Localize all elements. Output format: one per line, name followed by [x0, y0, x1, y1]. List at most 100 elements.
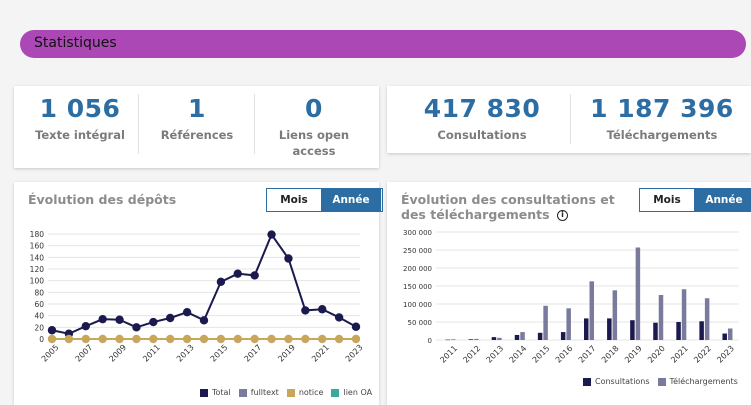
data-point-total [199, 316, 209, 325]
bar-consultations [468, 339, 474, 340]
x-tick-label: 2005 [40, 343, 61, 364]
legend-label: fulltext [250, 388, 279, 397]
legend-label: Total [212, 388, 231, 397]
data-point-notice [334, 334, 344, 344]
bar-downloads [497, 337, 502, 340]
y-tick-label: 80 [34, 288, 44, 297]
legend-item-notice[interactable]: notice [286, 388, 324, 397]
consultations-year-button[interactable]: Année [694, 189, 751, 211]
data-point-notice [182, 334, 192, 344]
x-tick-label: 2015 [531, 344, 552, 365]
data-point-notice [250, 334, 259, 344]
bar-downloads [566, 308, 571, 340]
legend-label: notice [298, 388, 324, 397]
data-point-total [182, 307, 192, 317]
stat-downloads-label: Téléchargements [606, 128, 718, 142]
y-tick-label: 60 [34, 300, 44, 309]
data-point-total [301, 306, 310, 315]
consultations-month-button[interactable]: Mois [640, 189, 694, 211]
y-tick-label: 50 000 [408, 319, 433, 327]
stat-open-access: 0 Liens open access [264, 94, 364, 159]
data-point-notice [318, 334, 327, 344]
y-tick-label: 40 [34, 312, 44, 321]
y-tick-label: 300 000 [403, 229, 432, 237]
y-tick-label: 200 000 [403, 265, 432, 273]
data-point-notice [233, 334, 242, 344]
bar-downloads [635, 247, 641, 340]
x-tick-label: 2023 [344, 343, 365, 364]
consultations-period-toggle: Mois Année [639, 188, 751, 212]
stat-consultations: 417 830 Consultations [397, 94, 567, 143]
legend-item-lien-oa[interactable]: lien OA [331, 388, 372, 397]
data-point-notice [301, 334, 310, 344]
data-point-notice [132, 334, 141, 344]
data-point-total [318, 305, 327, 314]
info-circle-icon[interactable]: i [556, 210, 568, 221]
legend-label: Téléchargements [669, 377, 738, 386]
x-tick-label: 2014 [508, 344, 529, 365]
data-point-notice [47, 334, 57, 344]
deposits-period-toggle: Mois Année [266, 188, 383, 212]
data-point-total [284, 254, 293, 263]
data-point-total [216, 277, 226, 287]
x-tick-label: 2019 [276, 343, 297, 364]
bar-consultations [560, 332, 566, 340]
x-tick-label: 2011 [438, 344, 459, 365]
data-point-total [351, 322, 361, 331]
statistics-banner: Statistiques [20, 30, 746, 58]
stat-fulltext-label: Texte intégral [35, 128, 125, 142]
stat-open-access-label: Liens open access [278, 128, 350, 158]
deposits-chart-card: Évolution des dépôts Mois Année 0 20 40 60 8… [14, 182, 383, 405]
bar-downloads [520, 332, 525, 340]
stat-references-label: Références [160, 128, 234, 142]
data-point-total [233, 269, 242, 278]
deposits-line-chart: 0 20 40 60 80 100 120 140 160 180 2005 2007 2009 2011… [30, 230, 365, 364]
data-point-notice [64, 334, 74, 344]
data-point-notice [149, 334, 158, 344]
data-point-total [166, 313, 175, 323]
stat-references-value: 1 [188, 94, 206, 123]
bar-consultations [722, 333, 727, 340]
stat-downloads-value: 1 187 396 [590, 94, 734, 123]
bar-consultations [630, 320, 635, 340]
legend-item-fulltext[interactable]: fulltext [238, 388, 279, 397]
legend-swatch [331, 388, 340, 397]
stat-fulltext: 1 056 Texte intégral [18, 94, 142, 143]
data-point-total [132, 323, 141, 332]
bar-downloads [727, 328, 733, 340]
legend-swatch [286, 388, 295, 397]
bar-downloads [589, 281, 594, 340]
y-tick-label: 0 [428, 337, 432, 345]
x-tick-label: 2023 [715, 344, 736, 365]
data-point-notice [267, 334, 276, 344]
consultations-legend: Consultations Téléchargements [583, 377, 738, 386]
data-point-total [47, 326, 57, 335]
divider [254, 94, 255, 154]
x-tick-label: 2007 [74, 343, 95, 364]
bar-downloads [704, 298, 710, 340]
deposits-month-button[interactable]: Mois [267, 189, 321, 211]
y-tick-label: 160 [30, 242, 45, 251]
data-point-notice [81, 334, 90, 344]
legend-item-total[interactable]: Total [200, 388, 231, 397]
x-tick-label: 2012 [461, 344, 482, 365]
bar-downloads [612, 290, 618, 340]
stats-card-usage: 417 830 Consultations 1 187 396 Téléchar… [387, 86, 751, 153]
legend-item-downloads[interactable]: Téléchargements [657, 377, 738, 386]
stats-card-deposits: 1 056 Texte intégral 1 Références 0 Lien… [14, 86, 379, 168]
divider [570, 94, 571, 144]
data-point-notice [166, 334, 175, 344]
bar-consultations [491, 337, 497, 340]
x-tick-label: 2016 [554, 344, 575, 365]
deposits-year-button[interactable]: Année [321, 189, 381, 211]
data-point-total [267, 230, 276, 239]
data-point-notice [115, 334, 124, 344]
consultations-chart-title: Évolution des consultations et des téléc… [401, 192, 641, 222]
stat-references: 1 Références [140, 94, 254, 143]
legend-label: Consultations [595, 377, 650, 386]
bar-consultations [537, 332, 543, 340]
bar-consultations [445, 339, 451, 341]
legend-item-consultations[interactable]: Consultations [583, 377, 650, 386]
stat-downloads: 1 187 396 Téléchargements [577, 94, 747, 143]
x-tick-label: 2013 [175, 343, 196, 364]
